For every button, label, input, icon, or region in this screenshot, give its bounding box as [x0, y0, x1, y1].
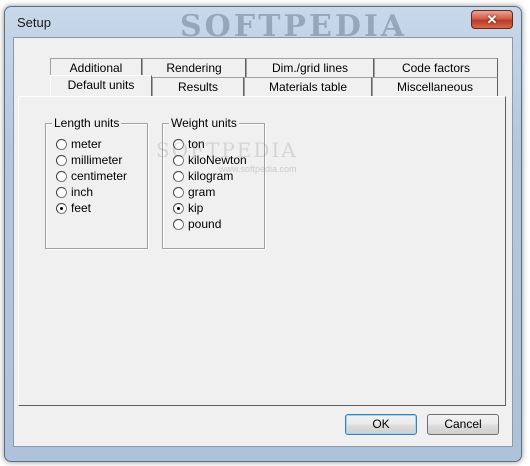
- radio-label: centimeter: [71, 169, 128, 183]
- tab-default-units[interactable]: Default units: [50, 75, 152, 96]
- tab-label: Code factors: [401, 61, 471, 75]
- weight-option-kip[interactable]: kip: [173, 200, 203, 216]
- close-icon: ✕: [486, 12, 498, 27]
- radio-icon[interactable]: [173, 170, 184, 182]
- radio-icon[interactable]: [56, 154, 67, 166]
- weight-option-pound[interactable]: pound: [173, 216, 221, 232]
- tab-label: Miscellaneous: [396, 80, 474, 94]
- radio-icon[interactable]: [56, 138, 67, 150]
- setup-window: Setup SOFTPEDIA ✕ Additional Rendering D…: [4, 6, 522, 462]
- length-option-centimeter[interactable]: centimeter: [56, 168, 127, 184]
- tab-label: Materials table: [268, 80, 348, 94]
- radio-icon[interactable]: [56, 186, 67, 198]
- title-bar[interactable]: Setup SOFTPEDIA ✕: [5, 7, 521, 44]
- radio-icon[interactable]: [173, 138, 184, 150]
- cancel-button[interactable]: Cancel: [427, 414, 499, 435]
- length-option-inch[interactable]: inch: [56, 184, 93, 200]
- weight-units-legend: Weight units: [169, 116, 239, 130]
- tab-miscellaneous[interactable]: Miscellaneous: [372, 77, 498, 96]
- radio-icon[interactable]: [173, 154, 184, 166]
- ok-button[interactable]: OK: [345, 414, 417, 435]
- window-title: Setup: [17, 15, 51, 30]
- radio-icon[interactable]: [173, 186, 184, 198]
- tab-results[interactable]: Results: [152, 77, 244, 96]
- length-option-meter[interactable]: meter: [56, 136, 102, 152]
- weight-option-gram[interactable]: gram: [173, 184, 215, 200]
- radio-checked-icon[interactable]: [173, 202, 184, 214]
- radio-label: pound: [188, 217, 222, 231]
- length-units-group: Length units meter millimeter centimeter…: [45, 116, 148, 249]
- radio-icon[interactable]: [56, 170, 67, 182]
- radio-label: kip: [188, 201, 204, 215]
- radio-label: meter: [71, 137, 102, 151]
- radio-label: gram: [188, 185, 216, 199]
- tab-label: Dim./grid lines: [271, 61, 349, 75]
- radio-label: millimeter: [71, 153, 123, 167]
- tab-code-factors[interactable]: Code factors: [374, 58, 498, 77]
- weight-option-ton[interactable]: ton: [173, 136, 205, 152]
- radio-icon[interactable]: [173, 218, 184, 230]
- tab-label: Rendering: [166, 61, 222, 75]
- weight-units-group: Weight units ton kiloNewton kilogram gra…: [162, 116, 265, 249]
- dialog-client-area: Additional Rendering Dim./grid lines Cod…: [13, 37, 513, 447]
- radio-label: inch: [71, 185, 94, 199]
- tab-label: Default units: [67, 78, 135, 92]
- tab-materials-table[interactable]: Materials table: [244, 77, 372, 96]
- length-units-legend: Length units: [52, 116, 122, 130]
- tab-label: Additional: [69, 61, 123, 75]
- radio-label: feet: [71, 201, 92, 215]
- tab-dim-grid-lines[interactable]: Dim./grid lines: [246, 58, 374, 77]
- length-option-feet[interactable]: feet: [56, 200, 91, 216]
- tab-label: Results: [177, 80, 218, 94]
- radio-label: ton: [188, 137, 205, 151]
- tab-rendering[interactable]: Rendering: [142, 58, 246, 77]
- length-option-millimeter[interactable]: millimeter: [56, 152, 122, 168]
- close-button[interactable]: ✕: [471, 10, 513, 29]
- tab-panel-default-units: Length units meter millimeter centimeter…: [18, 96, 506, 406]
- faint-watermark-url: www.softpedia.com: [219, 164, 297, 174]
- radio-checked-icon[interactable]: [56, 202, 67, 214]
